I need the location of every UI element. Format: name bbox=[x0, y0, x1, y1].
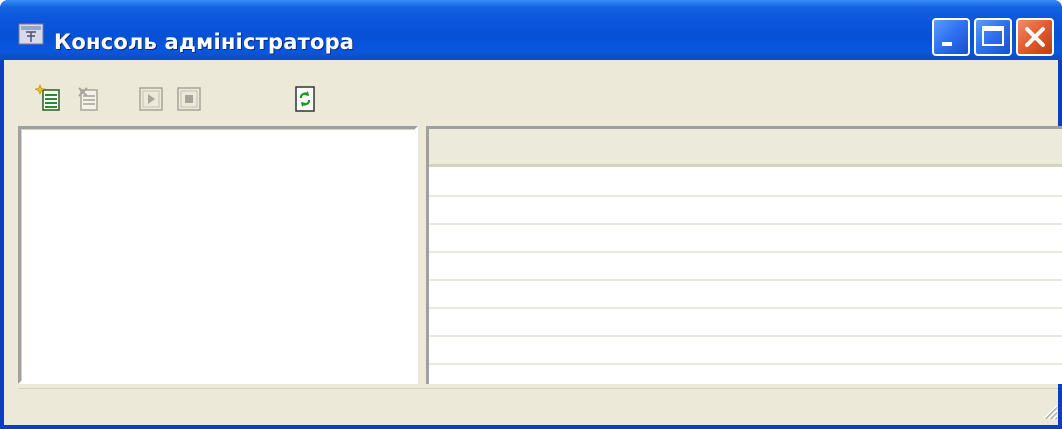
maximize-icon bbox=[982, 26, 1004, 46]
title-bar[interactable]: Консоль адміністратора bbox=[0, 0, 1062, 60]
maximize-button[interactable] bbox=[974, 18, 1012, 56]
status-bar bbox=[18, 388, 1058, 420]
admin-console-window: Консоль адміністратора bbox=[0, 0, 1062, 429]
stop-button[interactable] bbox=[170, 79, 206, 117]
start-icon bbox=[139, 87, 163, 111]
list-gridline bbox=[429, 251, 1062, 253]
list-gridline bbox=[429, 363, 1062, 365]
delete-item-icon bbox=[78, 87, 98, 111]
resize-grip-icon[interactable] bbox=[1040, 402, 1058, 420]
list-gridline bbox=[429, 279, 1062, 281]
minimize-button[interactable] bbox=[932, 18, 970, 56]
new-item-icon bbox=[35, 84, 60, 111]
list-gridline bbox=[429, 223, 1062, 225]
list-gridline bbox=[429, 335, 1062, 337]
toolbar bbox=[14, 76, 1054, 122]
close-button[interactable] bbox=[1016, 18, 1054, 56]
new-item-button[interactable] bbox=[30, 79, 66, 117]
list-gridline bbox=[429, 195, 1062, 197]
tree-pane[interactable] bbox=[18, 126, 418, 384]
list-gridline bbox=[429, 307, 1062, 309]
list-pane[interactable] bbox=[426, 126, 1062, 384]
app-icon bbox=[18, 22, 44, 46]
stop-icon bbox=[177, 87, 201, 111]
list-header[interactable] bbox=[429, 129, 1062, 167]
refresh-button[interactable] bbox=[286, 79, 322, 117]
close-icon bbox=[1025, 27, 1045, 47]
delete-item-button[interactable] bbox=[70, 79, 106, 117]
window-title: Консоль адміністратора bbox=[54, 30, 355, 54]
start-button[interactable] bbox=[132, 79, 168, 117]
minimize-icon bbox=[942, 42, 952, 46]
refresh-icon bbox=[295, 86, 315, 112]
